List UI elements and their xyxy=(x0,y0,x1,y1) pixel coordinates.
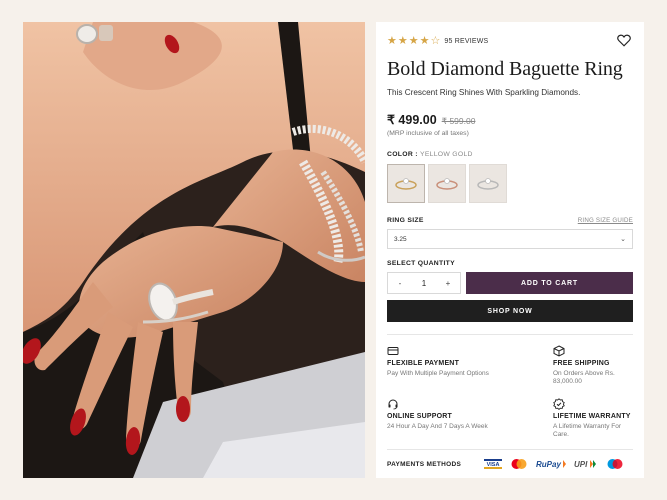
payment-methods-label: PAYMENTS METHODS xyxy=(387,460,462,468)
color-value: YELLOW GOLD xyxy=(419,151,473,158)
product-photo xyxy=(23,22,365,478)
ring-icon xyxy=(395,177,417,190)
product-subtitle: This Crescent Ring Shines With Sparkling… xyxy=(387,88,581,97)
star-icon: ★ xyxy=(397,34,408,47)
star-icon: ★ xyxy=(408,34,419,47)
heart-icon[interactable] xyxy=(617,34,631,47)
svg-text:VISA: VISA xyxy=(487,462,500,468)
rupay-icon: RuPay xyxy=(536,459,566,469)
color-swatches xyxy=(387,164,633,203)
svg-text:UPI: UPI xyxy=(574,460,588,469)
swatch-yellow-gold[interactable] xyxy=(387,164,425,203)
quantity-label: SELECT QUANTITY xyxy=(387,260,455,267)
quantity-increase-button[interactable]: + xyxy=(436,279,460,288)
box-icon xyxy=(553,345,565,357)
maestro-icon xyxy=(606,458,624,470)
color-label-text: COLOR : xyxy=(387,151,420,158)
feature-title: FLEXIBLE PAYMENT xyxy=(387,360,460,367)
feature-title: LIFETIME WARRANTY xyxy=(553,413,631,420)
payment-icon xyxy=(387,347,399,355)
ring-size-guide-link[interactable]: RING SIZE GUIDE xyxy=(578,217,633,224)
swatch-rose-gold[interactable] xyxy=(428,164,466,203)
quantity-stepper: - 1 + xyxy=(387,272,461,294)
product-panel: ★ ★ ★ ★ ☆ 95 REVIEWS Bold Diamond Baguet… xyxy=(376,22,644,478)
feature-desc: On Orders Above Rs. 83,000.00 xyxy=(553,370,615,385)
mastercard-icon xyxy=(510,458,528,470)
ring-icon xyxy=(477,177,499,190)
product-title: Bold Diamond Baguette Ring xyxy=(387,58,623,80)
old-price: ₹ 599.00 xyxy=(441,116,476,126)
quantity-value[interactable]: 1 xyxy=(412,279,436,288)
reviews-count[interactable]: 95 REVIEWS xyxy=(444,38,488,45)
feature-online-support: ONLINE SUPPORT 24 Hour A Day And 7 Days … xyxy=(387,398,553,439)
headset-icon xyxy=(388,399,398,410)
divider xyxy=(387,334,633,335)
feature-lifetime-warranty: LIFETIME WARRANTY A Lifetime Warranty Fo… xyxy=(553,398,633,439)
price-row: ₹ 499.00 ₹ 599.00 xyxy=(387,112,633,127)
features-grid: FLEXIBLE PAYMENT Pay With Multiple Payme… xyxy=(387,345,633,439)
badge-check-icon xyxy=(553,398,565,410)
ring-size-select[interactable]: 3.25 ⌄ xyxy=(387,229,633,249)
feature-title: ONLINE SUPPORT xyxy=(387,413,453,420)
feature-desc: 24 Hour A Day And 7 Days A Week xyxy=(387,423,488,430)
feature-desc: A Lifetime Warranty For Care. xyxy=(553,423,622,438)
feature-free-shipping: FREE SHIPPING On Orders Above Rs. 83,000… xyxy=(553,345,633,386)
quantity-decrease-button[interactable]: - xyxy=(388,279,412,288)
color-label: COLOR : YELLOW GOLD xyxy=(387,151,633,158)
divider xyxy=(387,449,633,450)
rating-row: ★ ★ ★ ★ ☆ 95 REVIEWS xyxy=(387,34,633,48)
add-to-cart-button[interactable]: ADD TO CART xyxy=(466,272,633,294)
star-icon: ★ xyxy=(387,34,397,47)
feature-desc: Pay With Multiple Payment Options xyxy=(387,370,489,377)
svg-text:RuPay: RuPay xyxy=(536,460,561,469)
swatch-white-gold[interactable] xyxy=(469,164,507,203)
star-outline-icon: ☆ xyxy=(430,34,441,47)
size-row: RING SIZE RING SIZE GUIDE xyxy=(387,217,633,224)
chevron-down-icon: ⌄ xyxy=(620,235,626,243)
payment-icons: VISA RuPay UPI xyxy=(484,458,624,470)
feature-title: FREE SHIPPING xyxy=(553,360,610,367)
price: ₹ 499.00 xyxy=(387,113,437,127)
shop-now-button[interactable]: SHOP NOW xyxy=(387,300,633,322)
cart-row: - 1 + ADD TO CART xyxy=(387,272,633,294)
ring-size-label: RING SIZE xyxy=(387,217,424,224)
upi-icon: UPI xyxy=(574,459,598,469)
visa-icon: VISA xyxy=(484,459,502,469)
mrp-note: (MRP inclusive of all taxes) xyxy=(387,130,469,137)
payment-methods: PAYMENTS METHODS VISA RuPay UPI xyxy=(387,458,633,470)
ring-size-value: 3.25 xyxy=(394,235,407,243)
star-icon: ★ xyxy=(419,34,430,47)
star-rating: ★ ★ ★ ★ ☆ xyxy=(387,35,440,47)
ring-icon xyxy=(436,177,458,190)
feature-flexible-payment: FLEXIBLE PAYMENT Pay With Multiple Payme… xyxy=(387,345,553,386)
